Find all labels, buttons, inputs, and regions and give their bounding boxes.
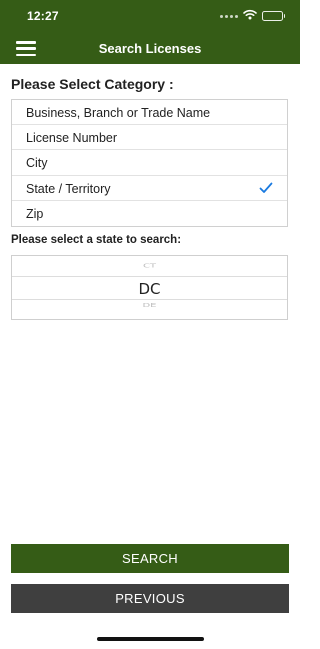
category-item-label: State / Territory xyxy=(26,181,111,196)
picker-option-previous[interactable]: CT xyxy=(12,264,287,270)
status-time: 12:27 xyxy=(27,9,59,23)
battery-icon xyxy=(262,11,285,21)
category-item-label: License Number xyxy=(26,131,118,146)
state-picker[interactable]: CT DC DE xyxy=(11,255,288,320)
category-section-title: Please Select Category : xyxy=(11,76,174,92)
picker-divider xyxy=(12,299,287,300)
navigation-bar: Search Licenses xyxy=(0,33,300,64)
category-item-state-territory[interactable]: State / Territory xyxy=(12,176,287,201)
home-indicator[interactable] xyxy=(97,637,204,641)
category-item-city[interactable]: City xyxy=(12,150,287,176)
category-item-business-name[interactable]: Business, Branch or Trade Name xyxy=(12,100,287,126)
checkmark-icon xyxy=(259,182,273,194)
category-item-zip[interactable]: Zip xyxy=(12,201,287,226)
signal-dots-icon xyxy=(220,14,238,18)
state-picker-title: Please select a state to search: xyxy=(11,234,182,246)
category-item-label: City xyxy=(26,156,48,171)
picker-option-next[interactable]: DE xyxy=(12,303,287,309)
picker-option-selected[interactable]: DC xyxy=(12,280,287,298)
status-bar: 12:27 xyxy=(0,0,300,33)
previous-button[interactable]: PREVIOUS xyxy=(11,584,289,613)
wifi-icon xyxy=(243,7,257,25)
picker-divider xyxy=(12,276,287,277)
nav-title: Search Licenses xyxy=(98,41,202,56)
category-item-license-number[interactable]: License Number xyxy=(12,125,287,151)
category-item-label: Zip xyxy=(26,206,44,221)
status-icons xyxy=(220,7,285,25)
search-button[interactable]: SEARCH xyxy=(11,544,289,573)
category-item-label: Business, Branch or Trade Name xyxy=(26,106,211,120)
category-list: Business, Branch or Trade Name License N… xyxy=(11,99,288,227)
